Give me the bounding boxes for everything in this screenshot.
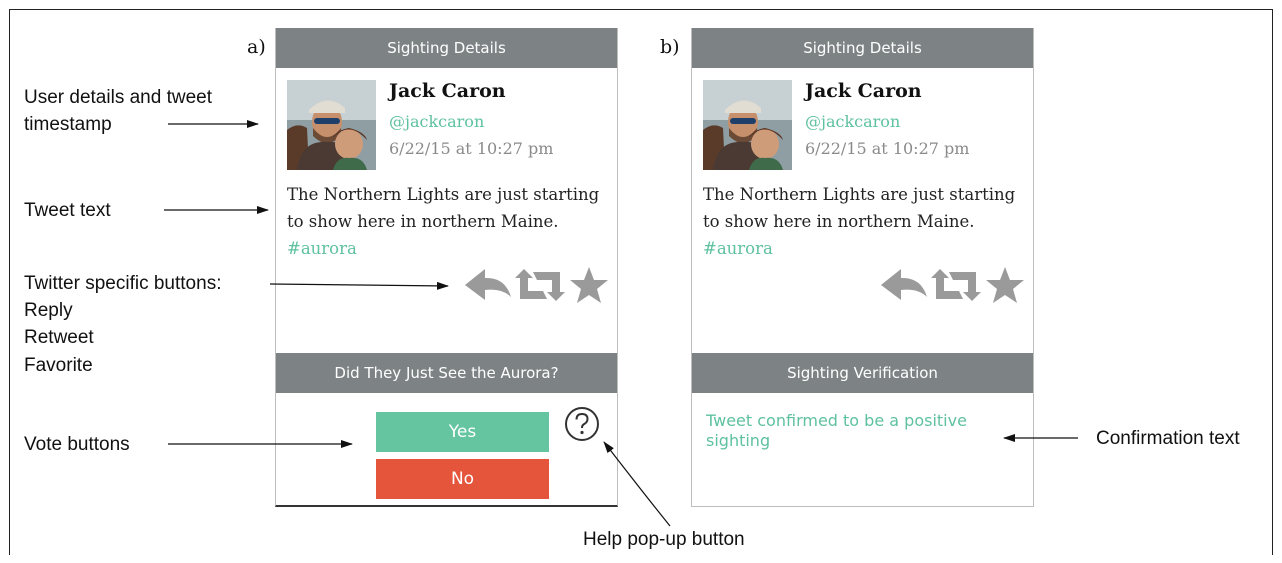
arrow-help-button	[603, 441, 671, 527]
annotation-arrows	[164, 120, 1078, 527]
arrow-twitter-buttons	[269, 281, 449, 290]
